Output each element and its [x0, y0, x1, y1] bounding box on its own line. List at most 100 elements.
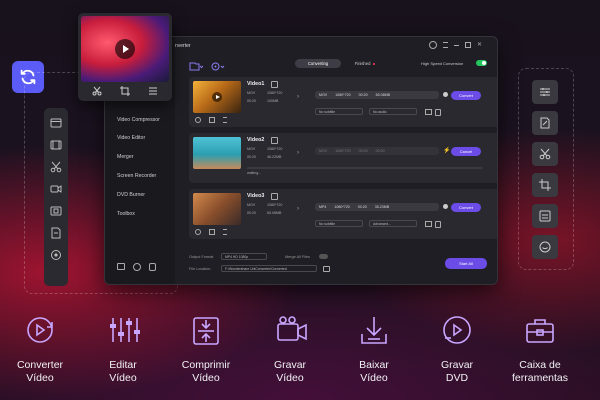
- output-format-select[interactable]: MP4 HD 1080p: [221, 253, 267, 260]
- menu-screen-recorder[interactable]: Screen Recorder: [117, 173, 156, 179]
- crop-tool[interactable]: [532, 173, 558, 197]
- feature-label: Baixar Vídeo: [359, 359, 389, 384]
- scissors-icon[interactable]: [195, 117, 201, 123]
- info-icon[interactable]: [435, 221, 441, 228]
- maximize-icon[interactable]: [465, 42, 471, 48]
- folder-icon[interactable]: [323, 266, 330, 272]
- scissors-icon[interactable]: [44, 156, 68, 178]
- crop-icon[interactable]: [120, 86, 130, 96]
- document-icon[interactable]: [44, 222, 68, 244]
- effects-icon[interactable]: [223, 229, 227, 235]
- effects-icon: [539, 241, 551, 253]
- audio-select[interactable]: Advanced...: [369, 220, 417, 227]
- menu-dvd-burner[interactable]: DVD Burner: [117, 192, 145, 198]
- row-tools-3: [195, 229, 227, 235]
- window-title: nverter: [175, 43, 191, 49]
- tablet-icon[interactable]: [117, 263, 125, 270]
- settings-gear-icon[interactable]: [443, 204, 448, 209]
- crop-icon[interactable]: [209, 117, 215, 123]
- file-location-select[interactable]: F:\Wondershare UniConverter\Converted: [221, 265, 317, 272]
- cancel-button[interactable]: Cancel: [451, 147, 481, 156]
- help-icon[interactable]: [133, 263, 141, 271]
- window-icon[interactable]: [44, 112, 68, 134]
- edit-name-icon[interactable]: [271, 193, 278, 200]
- list-icon[interactable]: [425, 109, 432, 115]
- edit-name-icon[interactable]: [271, 137, 278, 144]
- subtitle-select[interactable]: No subtitle: [315, 108, 363, 115]
- feature-edit-video[interactable]: Editar Vídeo: [83, 312, 163, 385]
- feature-record-video[interactable]: Gravar Vídeo: [250, 312, 330, 385]
- feature-toolbox[interactable]: Caixa de ferramentas: [500, 312, 580, 385]
- cut-tool[interactable]: [532, 142, 558, 166]
- burn-dvd-icon: [443, 316, 471, 344]
- info-icon[interactable]: [435, 109, 441, 116]
- output-duration: 00:20: [358, 93, 368, 97]
- record-icon[interactable]: [44, 244, 68, 266]
- toolbox-icon: [526, 319, 554, 343]
- feature-download-video[interactable]: Baixar Vídeo: [334, 312, 414, 385]
- high-speed-toggle[interactable]: [476, 60, 487, 66]
- menu-merger[interactable]: Merger: [117, 154, 133, 160]
- scissors-icon[interactable]: [195, 229, 201, 235]
- feature-label: Converter Vídeo: [16, 359, 64, 384]
- video-thumbnail-2[interactable]: [193, 137, 241, 169]
- feature-convert-video[interactable]: Converter Vídeo: [0, 312, 80, 385]
- settings-gear-icon[interactable]: [443, 92, 448, 97]
- convert-button-3[interactable]: Convert: [451, 203, 481, 212]
- source-duration: 00:20: [247, 211, 256, 215]
- video-thumbnail-1[interactable]: [193, 81, 241, 113]
- film-strip-icon[interactable]: [44, 200, 68, 222]
- output-size: 00:20: [375, 149, 385, 153]
- film-icon[interactable]: [44, 134, 68, 156]
- start-all-button[interactable]: Start All: [445, 258, 487, 269]
- video-name[interactable]: Video2: [247, 137, 264, 143]
- tab-finished[interactable]: Finished: [345, 59, 385, 68]
- subtitle-select[interactable]: No subtitle: [315, 220, 363, 227]
- output-duration: 00:20: [358, 149, 368, 153]
- feature-label: Caixa de ferramentas: [511, 359, 569, 384]
- preview-play-button[interactable]: [115, 39, 135, 59]
- video-camera-icon[interactable]: [44, 178, 68, 200]
- user-icon[interactable]: [149, 263, 156, 271]
- feature-burn-dvd[interactable]: Gravar DVD: [417, 312, 497, 385]
- menu-toolbox[interactable]: Toolbox: [117, 211, 135, 217]
- output-settings-1[interactable]: MOV 1080*720 00:20 65.08MB: [315, 91, 439, 99]
- video-thumbnail-3[interactable]: [193, 193, 241, 225]
- menu-video-editor[interactable]: Video Editor: [117, 135, 145, 141]
- crop-icon[interactable]: [209, 229, 215, 235]
- effects-tool[interactable]: [532, 235, 558, 259]
- play-icon: [216, 95, 220, 99]
- list-icon[interactable]: [148, 86, 158, 96]
- sliders-tool[interactable]: [532, 80, 558, 104]
- tab-converting[interactable]: Converting: [295, 59, 341, 68]
- convert-button-1[interactable]: Convert: [451, 91, 481, 100]
- feature-compress-video[interactable]: Comprimir Vídeo: [166, 312, 246, 385]
- edit-document-tool[interactable]: [532, 111, 558, 135]
- menu-icon[interactable]: [443, 42, 448, 48]
- preview-card: [78, 13, 172, 101]
- output-settings-2[interactable]: MOV 1080*720 00:20 00:20: [315, 147, 439, 155]
- close-icon[interactable]: ✕: [477, 42, 482, 48]
- output-format-label: Output Format: [189, 255, 214, 259]
- row-tools-1: [195, 117, 227, 123]
- output-settings-3[interactable]: MP4 1080*720 00:20 35.23MB: [315, 203, 439, 211]
- window-controls: ✕: [429, 41, 482, 49]
- menu-video-compressor[interactable]: Video Compressor: [117, 117, 160, 123]
- edit-name-icon[interactable]: [271, 81, 278, 88]
- effects-icon[interactable]: [223, 117, 227, 123]
- account-icon[interactable]: [429, 41, 437, 49]
- video-row-2: Video2 MOV 1080*720 00:20 46.22MB › MOV …: [189, 133, 497, 183]
- scissors-icon[interactable]: [92, 86, 102, 96]
- list-icon[interactable]: [425, 221, 432, 227]
- subtitle-tool[interactable]: [532, 204, 558, 228]
- scissors-icon: [539, 148, 551, 160]
- video-name[interactable]: Video1: [247, 81, 264, 87]
- minimize-icon[interactable]: [454, 44, 459, 46]
- compress-video-icon: [193, 317, 219, 345]
- merge-toggle[interactable]: [319, 254, 328, 259]
- video-name[interactable]: Video3: [247, 193, 264, 199]
- record-video-icon: [277, 316, 307, 341]
- audio-select[interactable]: No audio: [369, 108, 417, 115]
- add-file-button[interactable]: [189, 58, 204, 76]
- add-dvd-button[interactable]: [211, 58, 225, 76]
